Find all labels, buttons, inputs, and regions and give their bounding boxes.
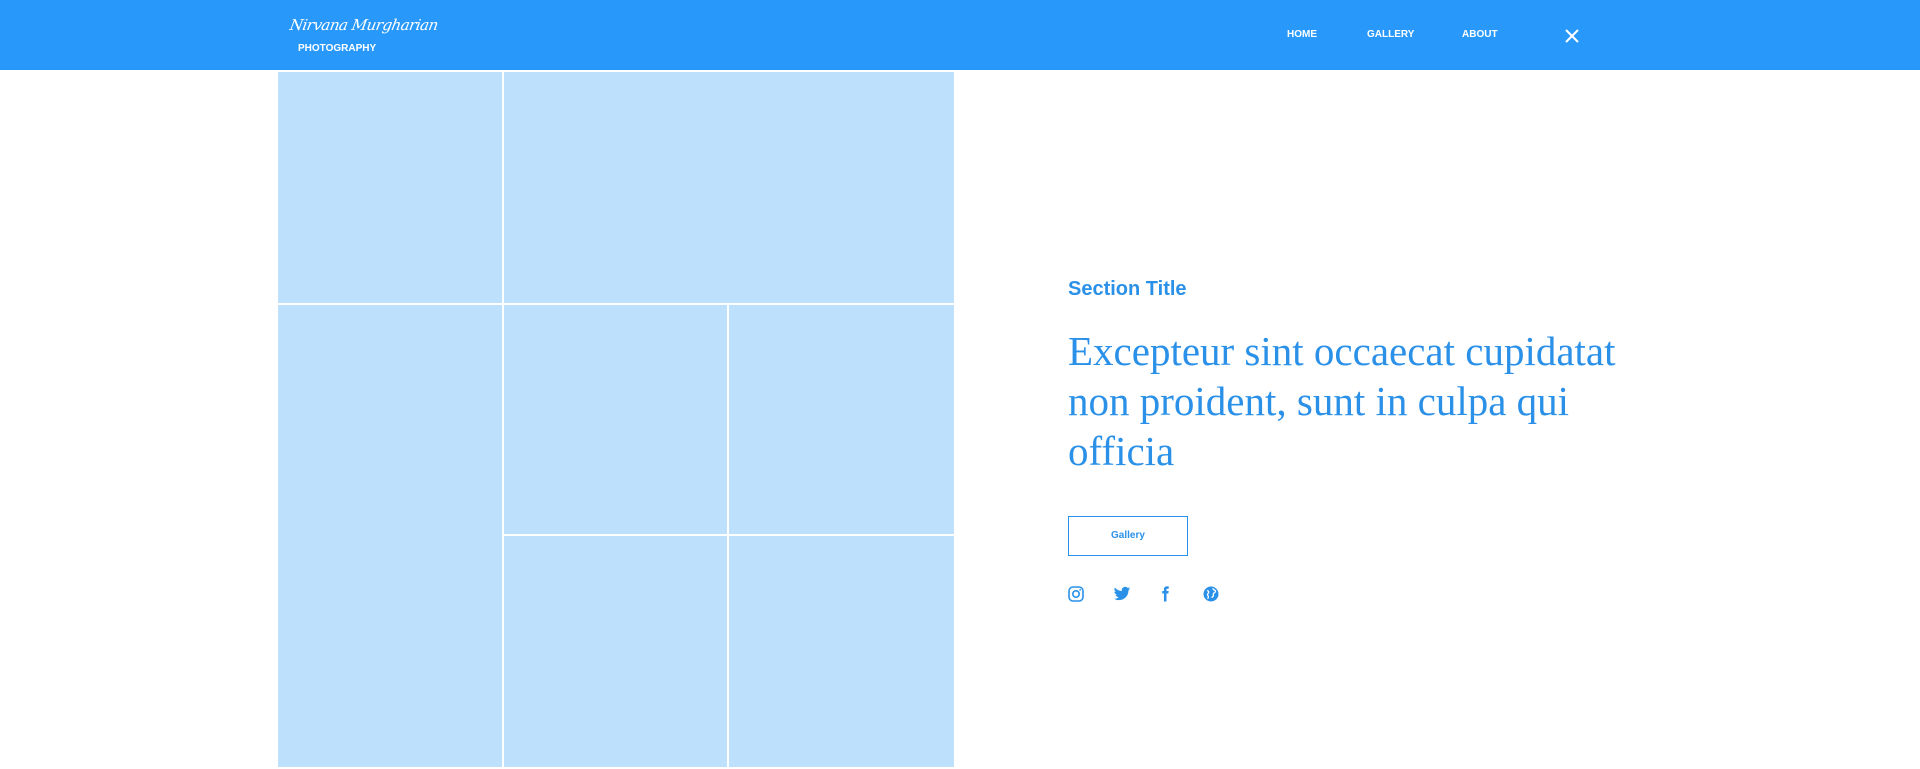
gallery-image-placeholder[interactable] (504, 72, 954, 303)
brand-logo[interactable]: Nirvana Murgharian PHOTOGRAPHY (288, 16, 439, 56)
gallery-image-placeholder[interactable] (278, 305, 502, 767)
twitter-icon[interactable] (1113, 585, 1131, 603)
globe-icon[interactable] (1202, 585, 1220, 603)
logo-subtitle: PHOTOGRAPHY (298, 43, 377, 54)
top-navbar: Nirvana Murgharian PHOTOGRAPHY HOME GALL… (0, 0, 1920, 70)
gallery-image-placeholder[interactable] (729, 305, 954, 534)
section-title: Section Title (1068, 278, 1187, 300)
gallery-image-placeholder[interactable] (504, 536, 727, 767)
nav-gallery-link[interactable]: GALLERY (1367, 29, 1414, 43)
close-icon[interactable] (1563, 27, 1581, 45)
gallery-grid (278, 72, 954, 767)
gallery-image-placeholder[interactable] (729, 536, 954, 767)
gallery-image-placeholder[interactable] (278, 72, 502, 303)
gallery-image-placeholder[interactable] (504, 305, 727, 534)
headline: Excepteur sint occaecat cupidatat non pr… (1068, 328, 1616, 474)
logo-signature: Nirvana Murgharian (288, 16, 440, 34)
nav-about-link[interactable]: ABOUT (1462, 29, 1498, 43)
instagram-icon[interactable] (1067, 585, 1085, 603)
facebook-icon[interactable] (1156, 585, 1174, 603)
gallery-button[interactable]: Gallery (1068, 516, 1188, 556)
nav-home-link[interactable]: HOME (1287, 29, 1317, 43)
